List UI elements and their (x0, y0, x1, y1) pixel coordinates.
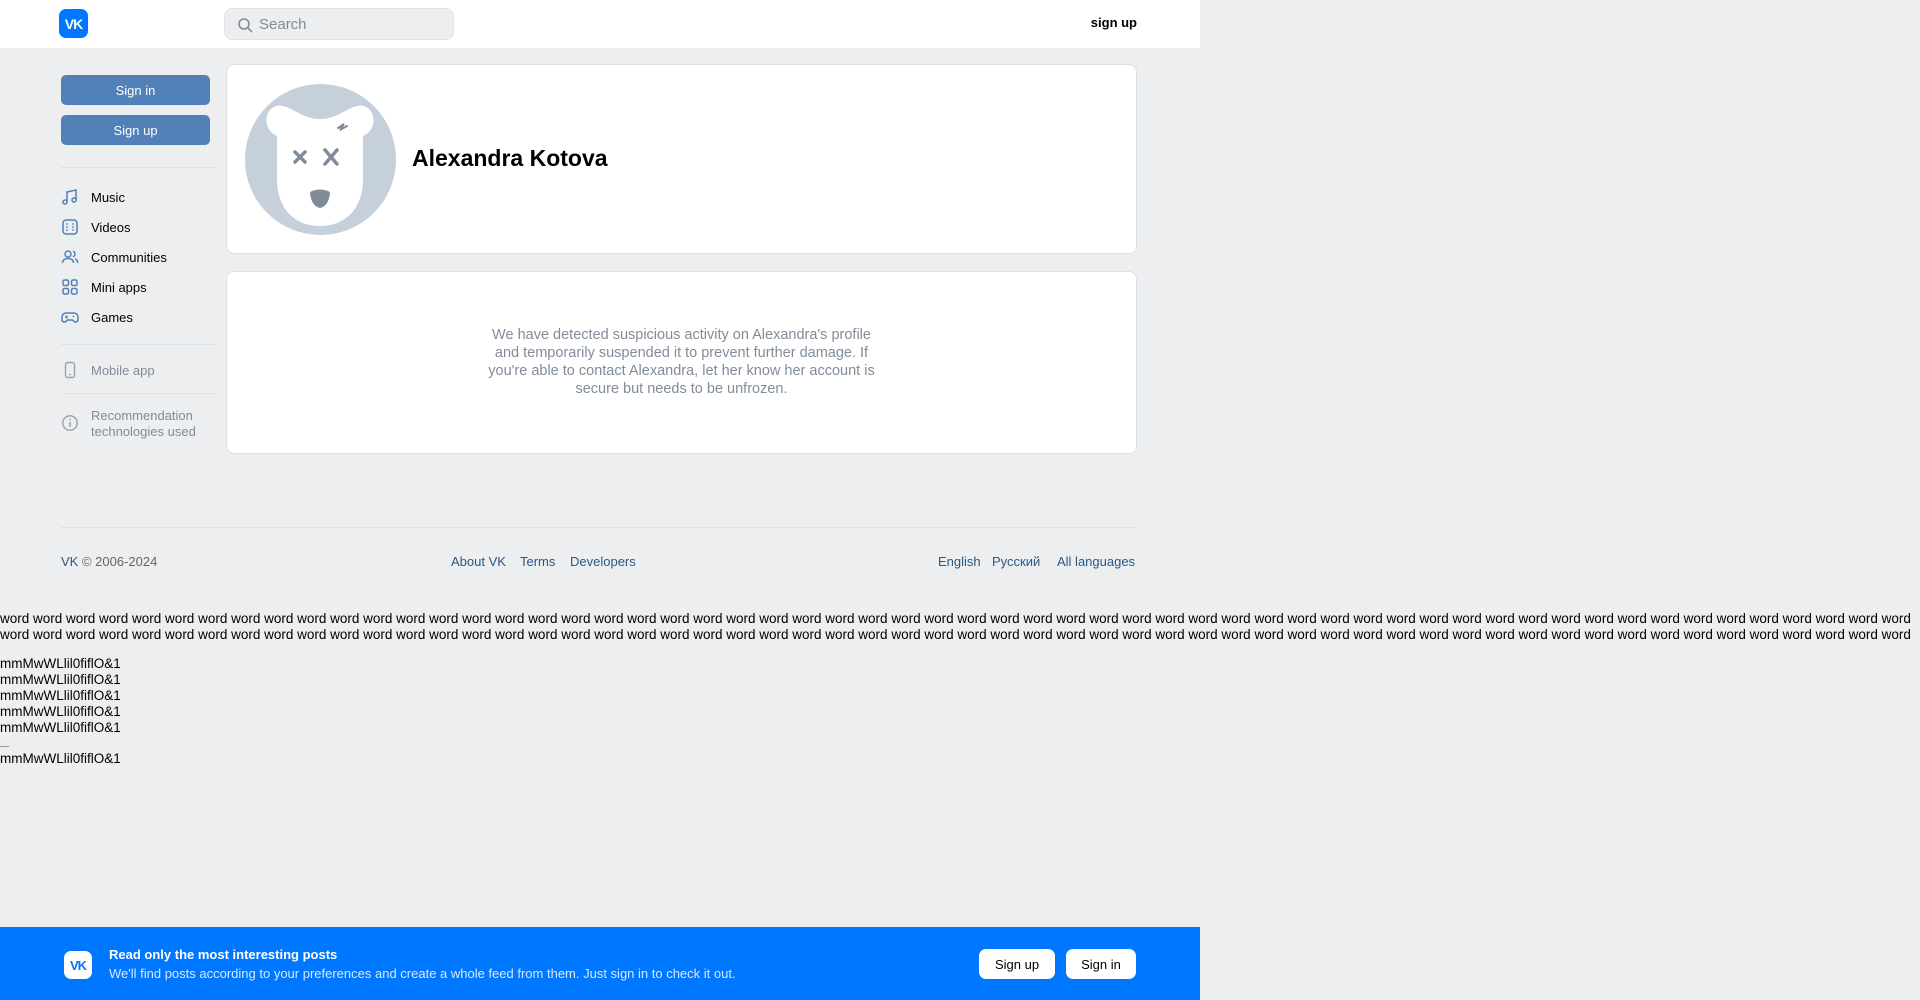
sidebar-item-label: Games (91, 309, 133, 325)
vk-logo: VK (64, 951, 92, 979)
glyph-test-line: mmMwWLlil0fiflO&1 (0, 751, 121, 766)
glyph-test-line: mmMwWLlil0fiflO&1 (0, 720, 121, 735)
glyph-test-line: mmMwWLlil0fiflO&1 (0, 704, 121, 719)
recommendation-label: Recommendation technologies used (91, 408, 196, 439)
profile-name: Alexandra Kotova (412, 145, 608, 171)
sidebar-item-label: Videos (91, 219, 131, 235)
sign-in-button[interactable]: Sign in (61, 75, 210, 105)
signin-promo-banner: VK Read only the most interesting posts … (0, 927, 1200, 1000)
avatar (245, 84, 396, 235)
sidebar-item-mobile-app[interactable]: Mobile app (61, 358, 211, 382)
blocked-dog-avatar-icon (266, 105, 374, 226)
footer-divider (61, 527, 1137, 528)
footer-link-terms[interactable]: Terms (520, 554, 555, 569)
sidebar-item-mini-apps[interactable]: Mini apps (61, 275, 211, 299)
language-russian[interactable]: Русский (992, 554, 1040, 569)
sidebar-divider (61, 167, 215, 168)
word-overflow-text: word word word word word word word word … (0, 611, 1911, 643)
footer-brand-link[interactable]: VK (61, 554, 78, 569)
sidebar-item-label: Communities (91, 249, 167, 265)
header-signup-link[interactable]: sign up (1080, 15, 1137, 30)
top-header: VK sign up (0, 0, 1200, 48)
phone-icon (64, 361, 76, 379)
banner-title: Read only the most interesting posts (109, 947, 338, 962)
sidebar-item-games[interactable]: Games (61, 305, 211, 329)
sidebar-item-label: Mobile app (91, 362, 155, 378)
sidebar-item-videos[interactable]: Videos (61, 215, 211, 239)
sign-up-button[interactable]: Sign up (61, 115, 210, 145)
footer-link-developers[interactable]: Developers (570, 554, 636, 569)
vk-logo[interactable]: VK (59, 9, 88, 38)
search-icon (238, 18, 253, 33)
video-icon (62, 219, 78, 235)
sidebar-item-label: Music (91, 189, 125, 205)
glyph-test-line: mmMwWLlil0fiflO&1 (0, 688, 121, 703)
language-english[interactable]: English (938, 554, 981, 569)
copyright: VK © 2006-2024 (61, 554, 157, 569)
search-input[interactable] (259, 9, 444, 39)
glyph-test-lines: mmMwWLlil0fiflO&1 mmMwWLlil0fiflO&1 mmMwWL… (0, 656, 121, 736)
banner-sign-up-button[interactable]: Sign up (979, 949, 1055, 979)
copyright-years: © 2006-2024 (81, 554, 158, 569)
sidebar-divider (61, 393, 215, 394)
footer-link-about[interactable]: About VK (451, 554, 506, 569)
grid-icon (62, 279, 78, 295)
recommendation-technologies-link[interactable]: Recommendation technologies used (61, 408, 221, 440)
info-icon (62, 415, 78, 431)
banner-sign-in-button[interactable]: Sign in (1066, 949, 1136, 979)
sidebar-item-music[interactable]: Music (61, 185, 211, 209)
glyph-test-line: mmMwWLlil0fiflO&1 (0, 672, 121, 687)
glyph-test-line: mmMwWLlil0fiflO&1 (0, 656, 121, 671)
sidebar-item-label: Mini apps (91, 279, 147, 295)
language-all[interactable]: All languages (1057, 554, 1135, 569)
sidebar-item-communities[interactable]: Communities (61, 245, 211, 269)
sidebar-divider (61, 344, 215, 345)
suspended-notice: We have detected suspicious activity on … (488, 327, 875, 397)
banner-subtitle: We'll find posts according to your prefe… (109, 966, 736, 981)
gamepad-icon (61, 312, 79, 323)
tiny-divider (0, 746, 9, 747)
users-icon (61, 250, 79, 264)
music-note-icon (62, 189, 77, 205)
search-box[interactable] (224, 8, 454, 40)
